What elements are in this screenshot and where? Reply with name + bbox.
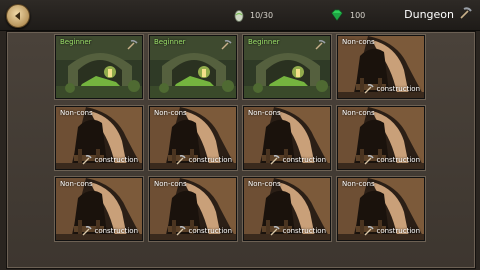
gem-counter: 100 [330, 7, 365, 23]
dungeon-card[interactable]: Non-cons construction [149, 177, 237, 241]
dungeon-name: Non-cons [154, 180, 187, 188]
pickaxe-icon [271, 226, 281, 236]
dungeon-card[interactable]: Beginner [149, 35, 237, 99]
dungeon-panel: Beginner Beginner Beginner Non-cons cons… [6, 31, 476, 269]
back-button[interactable] [6, 4, 30, 28]
construction-label: construction [282, 227, 326, 235]
dungeon-name: Non-cons [60, 109, 93, 117]
dungeon-card[interactable]: Non-cons construction [55, 177, 143, 241]
pickaxe-icon [221, 39, 232, 50]
construction-label: construction [188, 227, 232, 235]
pickaxe-icon [271, 155, 281, 165]
gem-value: 100 [350, 10, 366, 20]
dungeon-name: Beginner [154, 38, 186, 46]
dungeon-name: Non-cons [342, 180, 375, 188]
arrow-left-icon [15, 12, 20, 20]
dungeon-name: Non-cons [248, 180, 281, 188]
construction-status: construction [270, 226, 326, 236]
pickaxe-icon [365, 84, 375, 94]
dungeon-name: Non-cons [248, 109, 281, 117]
construction-label: construction [94, 227, 138, 235]
construction-status: construction [82, 226, 138, 236]
pickaxe-icon [83, 226, 93, 236]
pickaxe-icon [460, 7, 472, 19]
construction-label: construction [376, 156, 420, 164]
dungeon-name: Non-cons [60, 180, 93, 188]
stamina-counter: 10/30 [234, 7, 273, 23]
construction-status: construction [176, 226, 232, 236]
dungeon-card[interactable]: Beginner [55, 35, 143, 99]
egg-icon [234, 9, 244, 22]
pickaxe-icon [365, 226, 375, 236]
page-title: Dungeon [404, 8, 454, 21]
construction-status: construction [364, 84, 420, 94]
dungeon-card[interactable]: Non-cons construction [243, 106, 331, 170]
dungeon-card[interactable]: Beginner [243, 35, 331, 99]
dungeon-name: Beginner [248, 38, 280, 46]
construction-status: construction [364, 226, 420, 236]
construction-label: construction [376, 227, 420, 235]
construction-status: construction [364, 155, 420, 165]
construction-status: construction [270, 155, 326, 165]
dungeon-card[interactable]: Non-cons construction [149, 106, 237, 170]
dungeon-card[interactable]: Non-cons construction [55, 106, 143, 170]
green-gem-icon [331, 9, 343, 21]
construction-label: construction [94, 156, 138, 164]
pickaxe-icon [365, 155, 375, 165]
pickaxe-icon [315, 39, 326, 50]
pickaxe-icon [83, 155, 93, 165]
construction-status: construction [82, 155, 138, 165]
pickaxe-icon [177, 226, 187, 236]
construction-status: construction [176, 155, 232, 165]
dungeon-card[interactable]: Non-cons construction [337, 35, 425, 99]
dungeon-name: Non-cons [342, 109, 375, 117]
dungeon-name: Non-cons [342, 38, 375, 46]
top-bar: 10/30 100 Dungeon [0, 0, 480, 31]
pickaxe-icon [127, 39, 138, 50]
construction-label: construction [188, 156, 232, 164]
dungeon-card[interactable]: Non-cons construction [337, 106, 425, 170]
construction-label: construction [376, 85, 420, 93]
dungeon-name: Non-cons [154, 109, 187, 117]
dungeon-card[interactable]: Non-cons construction [243, 177, 331, 241]
dungeon-name: Beginner [60, 38, 92, 46]
dungeon-card[interactable]: Non-cons construction [337, 177, 425, 241]
pickaxe-icon [177, 155, 187, 165]
construction-label: construction [282, 156, 326, 164]
stamina-value: 10/30 [250, 10, 274, 20]
